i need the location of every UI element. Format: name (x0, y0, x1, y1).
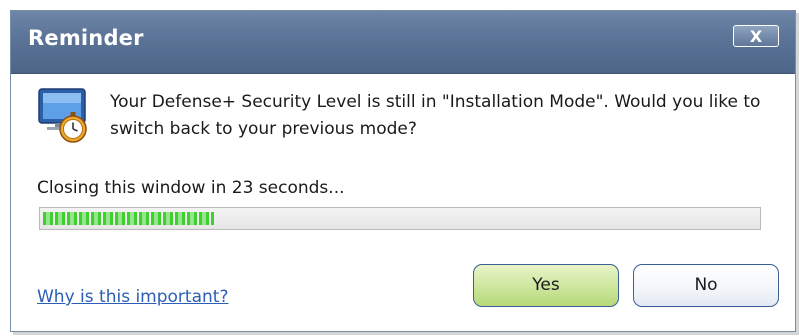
yes-button[interactable]: Yes (473, 264, 619, 307)
countdown-text: Closing this window in 23 seconds... (37, 178, 345, 198)
title-bar[interactable]: Reminder X (11, 11, 795, 74)
dialog-title: Reminder (28, 26, 144, 50)
progress-fill (43, 212, 214, 225)
why-important-link[interactable]: Why is this important? (37, 287, 228, 307)
countdown-progress-bar (39, 207, 761, 230)
reminder-message: Your Defense+ Security Level is still in… (110, 92, 761, 139)
close-button[interactable]: X (733, 25, 779, 47)
no-button[interactable]: No (633, 264, 779, 307)
reminder-dialog: Reminder X Your Defense+ Security Level … (10, 10, 796, 332)
monitor-stopwatch-icon (37, 85, 95, 147)
